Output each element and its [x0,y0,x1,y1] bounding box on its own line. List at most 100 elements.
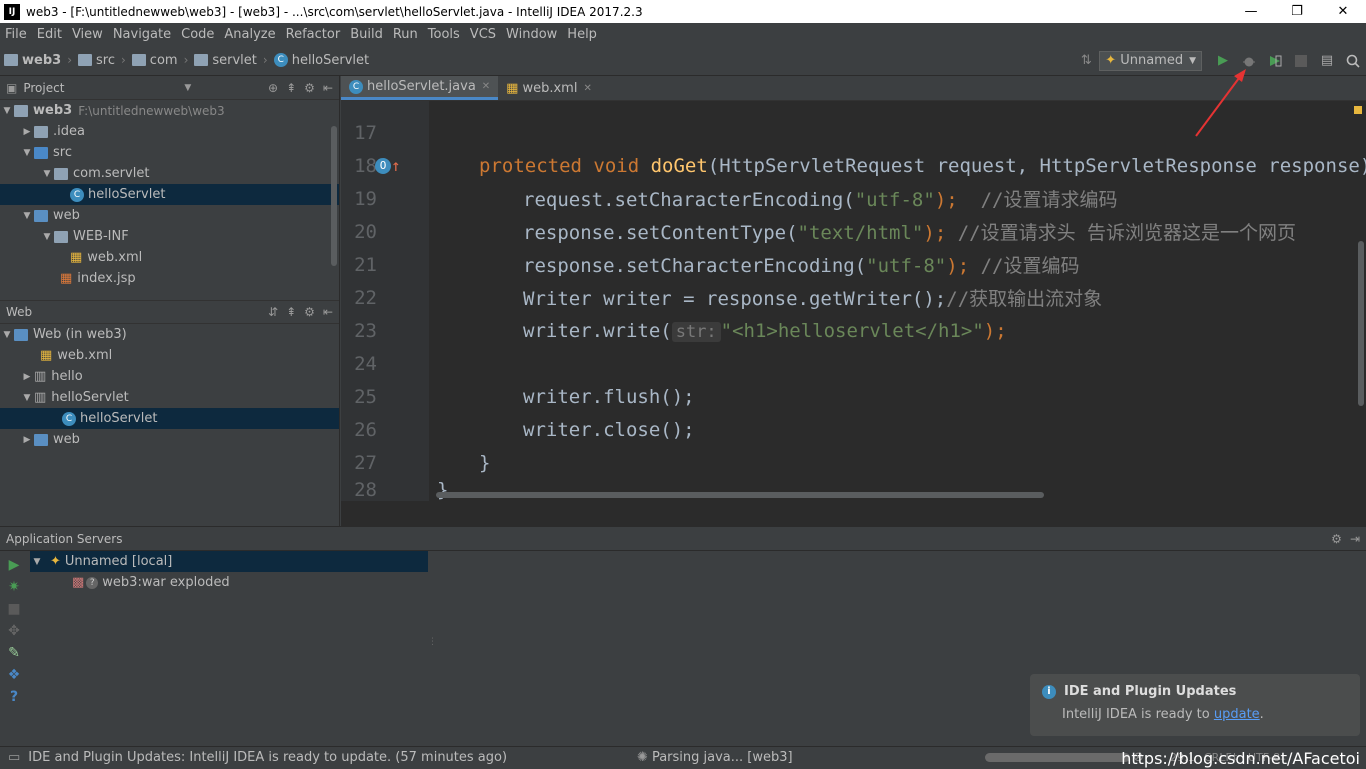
expand-arrow-icon[interactable]: ▼ [40,232,54,242]
web-tree-item-helloservlet-node[interactable]: ▼ ▥ helloServlet [0,387,339,408]
tree-item-web[interactable]: ▼ web [0,205,339,226]
menu-build[interactable]: Build [345,27,388,42]
stop-button[interactable] [1290,50,1312,72]
code-line-18[interactable]: 18 O ↑ protected void doGet(HttpServletR… [341,149,1366,182]
menu-view[interactable]: View [67,27,108,42]
artifact-item-web3-war-exploded[interactable]: ▩ ? web3:war exploded [30,572,428,593]
breadcrumb-servlet[interactable]: servlet [190,53,261,68]
code-line-23[interactable]: 23 writer.write(str: "<h1>helloservlet</h… [341,314,1351,347]
run-configuration-select[interactable]: ✦ Unnamed ▼ [1099,50,1202,71]
tree-item-com-servlet[interactable]: ▼ com.servlet [0,163,339,184]
web-tree-item-web[interactable]: ▶ web [0,429,339,450]
expand-arrow-icon[interactable]: ▼ [0,330,14,340]
gear-icon[interactable]: ⚙ [1331,532,1342,546]
menu-code[interactable]: Code [176,27,219,42]
hide-icon[interactable]: ⇥ [1350,532,1360,546]
tree-item-src[interactable]: ▼ src [0,142,339,163]
project-tree-scrollbar[interactable] [331,126,337,266]
tab-helloservlet-java[interactable]: C helloServlet.java ✕ [341,76,499,100]
web-tree-item-helloservlet-class[interactable]: C helloServlet [0,408,339,429]
splitter-handle[interactable]: ⋮ [428,637,437,647]
minimize-button[interactable]: — [1228,0,1274,23]
menu-analyze[interactable]: Analyze [219,27,280,42]
restore-button[interactable]: ❐ [1274,0,1320,23]
tree-item-web-inf[interactable]: ▼ WEB-INF [0,226,339,247]
override-marker-icon[interactable]: O [375,157,391,174]
expand-arrow-icon[interactable]: ▼ [40,169,54,179]
code-line-21[interactable]: 21 response.setCharacterEncoding("utf-8"… [341,248,1351,281]
breadcrumb-src[interactable]: src [74,53,119,68]
gear-icon[interactable]: ⚙ [304,305,315,319]
stop-icon[interactable]: ■ [7,601,20,617]
background-task-progress[interactable] [985,753,1130,762]
menu-vcs[interactable]: VCS [465,27,501,42]
tree-item-web3[interactable]: ▼ web3 F:\untitlednewweb\web3 [0,100,339,121]
code-line-22[interactable]: 22 Writer writer = response.getWriter();… [341,281,1351,314]
folder-icon [54,230,68,243]
expand-arrow-icon[interactable]: ▼ [30,557,44,567]
expand-arrow-icon[interactable]: ▼ [20,393,34,403]
collapse-icon[interactable]: ⇞ [286,305,296,319]
editor-vertical-scrollbar[interactable] [1358,241,1364,406]
project-panel-title[interactable]: Project [23,81,64,95]
expand-arrow-icon[interactable]: ▼ [0,106,14,116]
bug-icon[interactable]: ✷ [8,579,20,595]
tool-windows-icon[interactable]: ▭ [8,750,20,765]
menu-file[interactable]: File [0,27,32,42]
gear-icon[interactable]: ⚙ [304,81,315,95]
menu-navigate[interactable]: Navigate [108,27,176,42]
project-structure-button[interactable]: ▤ [1316,50,1338,72]
tree-item-index-jsp[interactable]: ▦ index.jsp [0,268,339,289]
web-tree-item-web-xml[interactable]: ▦ web.xml [0,345,339,366]
tree-item-helloservlet[interactable]: C helloServlet [0,184,339,205]
help-icon[interactable]: ? [10,689,18,705]
menu-edit[interactable]: Edit [32,27,67,42]
expand-arrow-icon[interactable]: ▼ [20,211,34,221]
menu-window[interactable]: Window [501,27,562,42]
tree-item-web-xml[interactable]: ▦ web.xml [0,247,339,268]
hide-icon[interactable]: ⇤ [323,305,333,319]
update-link[interactable]: update [1214,707,1260,722]
tree-item-idea[interactable]: ▶ .idea [0,121,339,142]
menu-refactor[interactable]: Refactor [281,27,346,42]
web-tree-item-web-in-web3[interactable]: ▼ Web (in web3) [0,324,339,345]
search-everywhere-button[interactable] [1342,50,1364,72]
expand-arrow-icon[interactable]: ▼ [20,148,34,158]
expand-all-icon[interactable]: ⇵ [268,305,278,319]
tab-web-xml[interactable]: ▦ web.xml ✕ [498,76,600,100]
build-icon[interactable]: ⇅ [1075,50,1097,72]
code-line-27[interactable]: 27 } [341,446,1351,479]
sync-icon[interactable]: ⊕ [268,81,278,95]
editor-horizontal-scrollbar[interactable] [436,492,1044,498]
artifact-icon[interactable]: ❖ [8,667,21,683]
web-tree-item-hello[interactable]: ▶ ▥ hello [0,366,339,387]
coverage-button[interactable] [1264,50,1286,72]
menu-tools[interactable]: Tools [423,27,465,42]
deploy-icon[interactable]: ✥ [8,623,20,639]
server-item-unnamed[interactable]: ▼ ✦ Unnamed [local] [30,551,428,572]
close-tab-icon[interactable]: ✕ [583,83,591,94]
expand-arrow-icon[interactable]: ▶ [20,372,34,382]
hide-icon[interactable]: ⇤ [323,81,333,95]
menu-run[interactable]: Run [388,27,423,42]
chevron-down-icon[interactable]: ▼ [184,83,191,93]
close-window-button[interactable]: ✕ [1320,0,1366,23]
code-line-24[interactable]: 24 [341,347,1351,380]
status-message[interactable]: IDE and Plugin Updates: IntelliJ IDEA is… [28,750,507,765]
code-line-19[interactable]: 19 request.setCharacterEncoding("utf-8")… [341,182,1351,215]
menu-help[interactable]: Help [562,27,602,42]
update-notification[interactable]: i IDE and Plugin Updates IntelliJ IDEA is… [1030,674,1360,736]
expand-arrow-icon[interactable]: ▶ [20,127,34,137]
breadcrumb-helloservlet[interactable]: ChelloServlet [270,53,373,68]
code-line-20[interactable]: 20 response.setContentType("text/html");… [341,215,1351,248]
collapse-icon[interactable]: ⇞ [286,81,296,95]
breadcrumb-web3[interactable]: web3 [0,53,65,68]
code-line-26[interactable]: 26 writer.close(); [341,413,1351,446]
close-tab-icon[interactable]: ✕ [482,81,490,92]
warning-marker-icon[interactable] [1354,106,1362,114]
edit-config-icon[interactable]: ✎ [8,645,20,661]
run-icon[interactable]: ▶ [9,557,20,573]
expand-arrow-icon[interactable]: ▶ [20,435,34,445]
code-line-25[interactable]: 25 writer.flush(); [341,380,1351,413]
breadcrumb-com[interactable]: com [128,53,182,68]
